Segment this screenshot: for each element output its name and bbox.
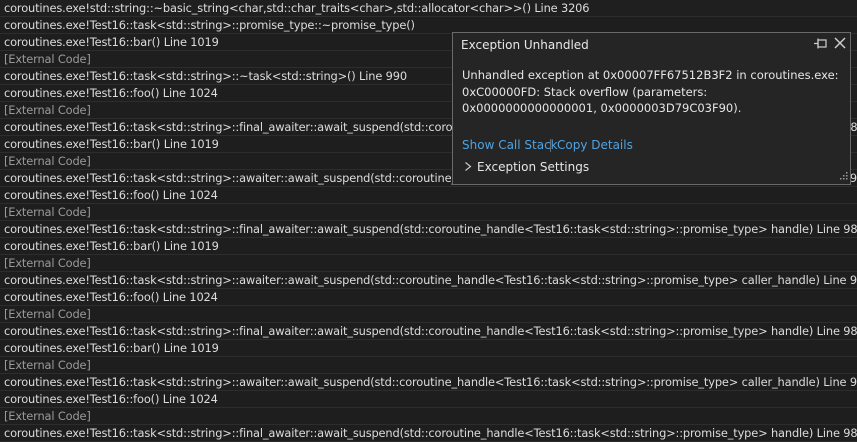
exception-message: Unhandled exception at 0x00007FF67512B3F… bbox=[462, 68, 839, 115]
close-icon[interactable] bbox=[833, 36, 847, 50]
exception-settings-label: Exception Settings bbox=[477, 160, 590, 174]
call-stack-frame[interactable]: coroutines.exe!std::string::~basic_strin… bbox=[0, 0, 857, 17]
call-stack-frame[interactable]: coroutines.exe!Test16::foo() Line 1024 bbox=[0, 187, 857, 204]
call-stack-frame[interactable]: coroutines.exe!Test16::task<std::string>… bbox=[0, 323, 857, 340]
chevron-right-icon bbox=[465, 162, 472, 171]
exception-settings-toggle[interactable]: Exception Settings bbox=[464, 160, 589, 174]
call-stack-frame[interactable]: coroutines.exe!Test16::bar() Line 1019 bbox=[0, 238, 857, 255]
popup-title: Exception Unhandled bbox=[461, 38, 589, 52]
call-stack-frame[interactable]: coroutines.exe!Test16::task<std::string>… bbox=[0, 221, 857, 238]
external-code-frame[interactable]: [External Code] bbox=[0, 255, 857, 272]
external-code-frame[interactable]: [External Code] bbox=[0, 408, 857, 425]
pin-icon[interactable] bbox=[814, 38, 828, 50]
exception-popup: Exception Unhandled Unhandled exception … bbox=[452, 32, 851, 185]
call-stack-frame[interactable]: coroutines.exe!Test16::bar() Line 1019 bbox=[0, 340, 857, 357]
show-call-stack-link[interactable]: Show Call Stack bbox=[462, 138, 558, 152]
link-divider bbox=[550, 139, 551, 152]
call-stack-frame[interactable]: coroutines.exe!Test16::task<std::string>… bbox=[0, 374, 857, 391]
call-stack-frame[interactable]: coroutines.exe!Test16::task<std::string>… bbox=[0, 272, 857, 289]
external-code-frame[interactable]: [External Code] bbox=[0, 204, 857, 221]
call-stack-frame[interactable]: coroutines.exe!Test16::foo() Line 1024 bbox=[0, 289, 857, 306]
copy-details-link[interactable]: Copy Details bbox=[557, 138, 633, 152]
resize-grip-icon[interactable] bbox=[838, 172, 848, 182]
external-code-frame[interactable]: [External Code] bbox=[0, 306, 857, 323]
external-code-frame[interactable]: [External Code] bbox=[0, 357, 857, 374]
call-stack-frame[interactable]: coroutines.exe!Test16::task<std::string>… bbox=[0, 425, 857, 442]
call-stack-frame[interactable]: coroutines.exe!Test16::foo() Line 1024 bbox=[0, 391, 857, 408]
